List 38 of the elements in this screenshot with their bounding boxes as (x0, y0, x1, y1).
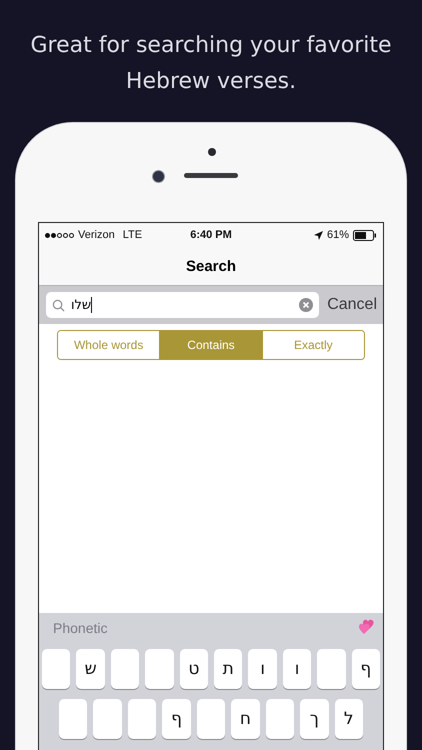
carrier-text: Verizon (78, 229, 115, 241)
location-arrow-icon (314, 230, 323, 240)
keyboard-key[interactable]: ף (352, 649, 380, 689)
clock-text: 6:40 PM (190, 229, 232, 241)
keyboard-key[interactable]: ט (180, 649, 208, 689)
cancel-button[interactable]: Cancel (327, 296, 377, 314)
blank-key[interactable] (93, 699, 122, 739)
blank-key[interactable] (196, 699, 226, 739)
blank-key[interactable] (266, 699, 294, 739)
camera-icon (152, 170, 165, 183)
signal-icon (45, 232, 74, 238)
screen-title: Search (186, 258, 236, 274)
keyboard-key[interactable]: ף (162, 699, 191, 739)
clear-icon[interactable] (299, 298, 314, 312)
keyboard-key[interactable]: ל (334, 699, 363, 739)
blank-key[interactable] (128, 699, 156, 739)
battery-percent-text: 61% (326, 229, 349, 241)
headline-text: Hebrew verses. (126, 68, 296, 96)
blank-key[interactable] (42, 649, 70, 689)
keyboard-key[interactable]: ו (248, 649, 277, 689)
battery-icon (352, 230, 377, 240)
keyboard-key[interactable]: ו (282, 649, 312, 689)
blank-key[interactable] (145, 649, 174, 689)
hearts-icon (356, 619, 376, 637)
blank-key[interactable] (59, 699, 88, 739)
blank-key[interactable] (317, 649, 346, 689)
speaker-icon (184, 173, 238, 178)
sensor-icon (208, 148, 216, 156)
search-field[interactable]: שלו (46, 292, 320, 318)
network-text: LTE (122, 229, 142, 241)
headline-text: Great for searching your favorite (30, 32, 392, 60)
blank-key[interactable] (110, 649, 140, 689)
keyboard-key[interactable]: ח (231, 699, 260, 739)
keyboard-key[interactable]: ש (76, 649, 105, 689)
keyboard-key[interactable]: ך (300, 699, 328, 739)
keyboard-mode-text: Phonetic (53, 620, 108, 636)
keyboard-key[interactable]: ת (214, 649, 242, 689)
search-icon (52, 298, 65, 312)
